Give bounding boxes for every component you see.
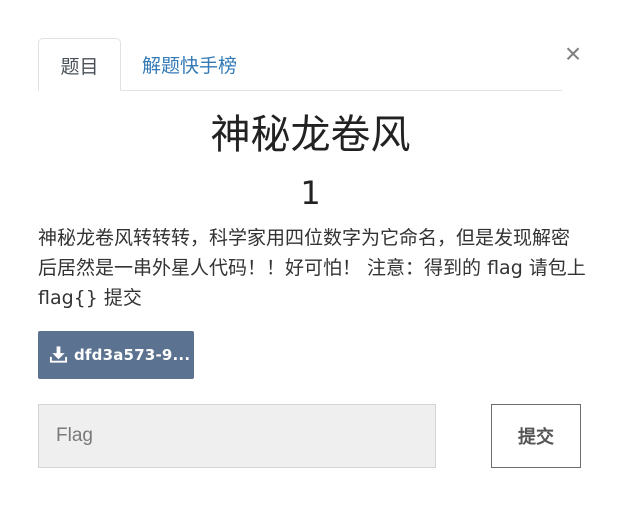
flag-input[interactable]: [38, 404, 436, 468]
tab-solves-leaderboard[interactable]: 解题快手榜: [142, 38, 242, 90]
download-file-label: dfd3a573-9...: [74, 346, 191, 364]
challenge-points: 1: [300, 174, 321, 212]
tab-challenge[interactable]: 题目: [38, 38, 121, 91]
download-file-button[interactable]: dfd3a573-9...: [38, 331, 194, 379]
challenge-description: 神秘龙卷风转转转，科学家用四位数字为它命名，但是发现解密后居然是一串外星人代码！…: [38, 227, 586, 309]
challenge-title: 神秘龙卷风: [210, 112, 411, 158]
close-icon[interactable]: ×: [562, 40, 584, 68]
download-icon: [49, 346, 68, 363]
submit-button[interactable]: 提交: [491, 404, 581, 468]
challenge-modal: × 题目 解题快手榜 神秘龙卷风 1 神秘龙卷风转转转，科学家用四位数字为它命名…: [0, 0, 621, 530]
challenge-tabs: 题目 解题快手榜: [38, 38, 562, 91]
